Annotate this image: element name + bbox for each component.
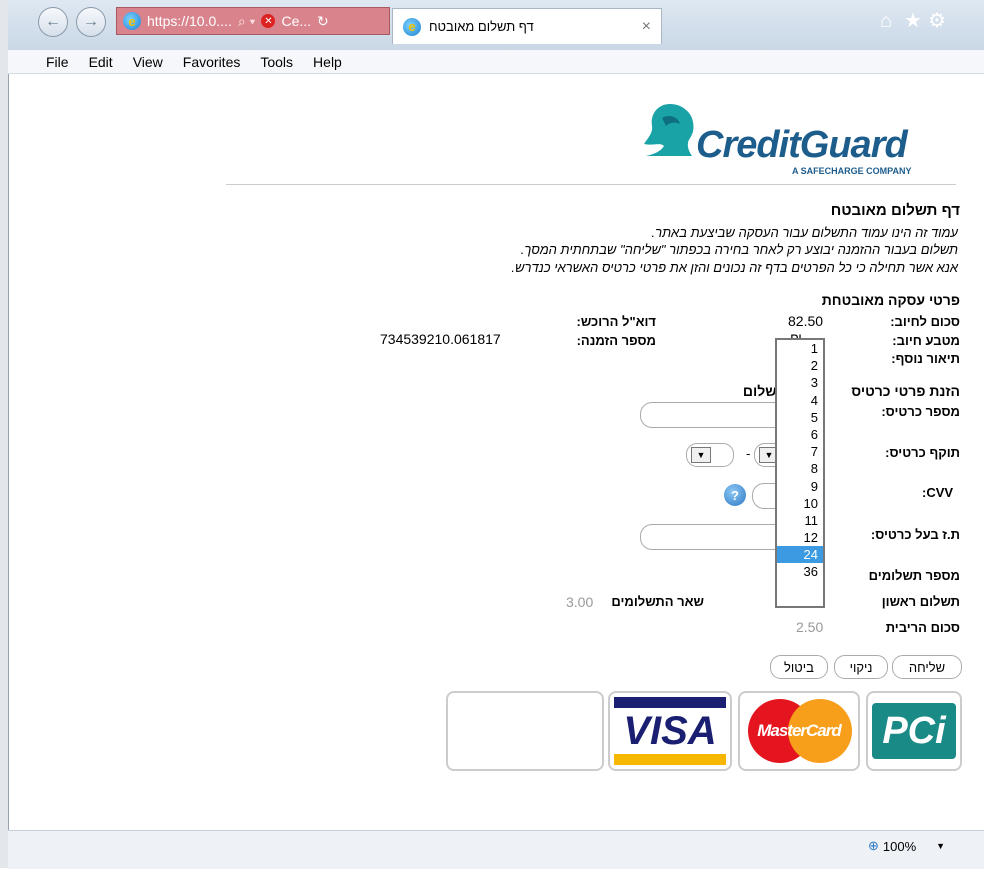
dropdown-option[interactable]: 12: [777, 529, 823, 546]
back-button[interactable]: ←: [38, 7, 68, 37]
visa-logo: VISA: [608, 691, 732, 771]
zoom-icon: ⊕: [868, 838, 879, 853]
tab-close-icon[interactable]: ×: [642, 18, 651, 36]
page-title: דף תשלום מאובטח: [830, 202, 960, 219]
window-left-border: [0, 0, 9, 868]
back-arrow-icon: ←: [45, 13, 61, 30]
brand-name: CreditGuard: [696, 124, 908, 166]
menu-edit[interactable]: Edit: [89, 54, 113, 70]
dropdown-option[interactable]: 1: [777, 340, 823, 357]
dropdown-option[interactable]: 2: [777, 357, 823, 374]
payments-count-label: מספר תשלומים: [868, 568, 960, 583]
pci-logo: PCi: [866, 691, 962, 771]
buyer-email-label: דוא"ל הרוכש:: [576, 314, 657, 329]
cancel-button[interactable]: ביטול: [770, 655, 828, 679]
home-icon[interactable]: ⌂: [880, 10, 892, 33]
intro-line-2: תשלום בעבור ההזמנה יבוצע רק לאחר בחירה ב…: [520, 242, 958, 257]
mastercard-logo-text: MasterCard: [757, 721, 842, 740]
settings-gear-icon[interactable]: ⚙: [928, 8, 946, 33]
dropdown-option[interactable]: 5: [777, 409, 823, 426]
expiry-month-select[interactable]: ▼: [686, 443, 734, 467]
favorites-star-icon[interactable]: ★: [904, 8, 922, 33]
dropdown-option[interactable]: 6: [777, 426, 823, 443]
dropdown-option[interactable]: 36: [777, 563, 823, 580]
pci-logo-text: PCi: [872, 703, 956, 759]
payments-dropdown-list[interactable]: 1 2 3 4 5 6 7 8 9 10 11 12 24 36: [775, 338, 825, 608]
address-bar[interactable]: e https://10.0.... ⌕ ▾ ✕ Ce... ↻: [116, 7, 390, 35]
tab-favicon-icon: e: [403, 17, 421, 36]
card-number-label: מספר כרטיס:: [881, 404, 960, 419]
interest-label: סכום הריבית: [885, 620, 960, 635]
expiry-separator: -: [746, 446, 751, 461]
dropdown-option[interactable]: 3: [777, 374, 823, 391]
lion-logo-icon: [640, 100, 700, 160]
browser-tab[interactable]: e דף תשלום מאובטח ×: [392, 8, 662, 44]
dropdown-option[interactable]: 11: [777, 512, 823, 529]
chevron-down-icon: ▼: [691, 447, 711, 463]
empty-card-logo: [446, 691, 604, 771]
send-button[interactable]: שליחה: [892, 655, 962, 679]
rest-payments-label: שאר התשלומים: [611, 594, 704, 609]
dropdown-option[interactable]: 8: [777, 460, 823, 477]
amount-value: 82.50: [788, 313, 824, 329]
certificate-error-icon[interactable]: ✕: [261, 14, 276, 28]
dropdown-option[interactable]: 10: [777, 495, 823, 512]
menu-favorites[interactable]: Favorites: [183, 54, 241, 70]
menu-view[interactable]: View: [133, 54, 163, 70]
forward-button[interactable]: →: [76, 7, 106, 37]
cvv-label: :CVV: [922, 485, 954, 500]
intro-line-1: עמוד זה הינו עמוד התשלום עבור העסקה שביצ…: [651, 225, 958, 240]
visa-logo-text: VISA: [623, 709, 717, 753]
forward-arrow-icon: →: [83, 13, 99, 30]
header-divider: [226, 184, 956, 185]
ie-logo-icon: e: [123, 12, 141, 30]
transaction-heading: פרטי עסקה מאובטחת: [821, 292, 960, 308]
intro-line-3: אנא אשר תחילה כי כל הפרטים בדף זה נכונים…: [511, 260, 958, 275]
amount-label: סכום לחיוב:: [890, 314, 960, 329]
search-dropdown-icon[interactable]: ⌕ ▾: [238, 13, 256, 30]
brand-tagline: A SAFECHARGE COMPANY: [792, 166, 912, 176]
first-payment-label: תשלום ראשון: [881, 594, 960, 609]
refresh-icon[interactable]: ↻: [317, 13, 329, 30]
extra-description-label: תיאור נוסף:: [891, 351, 960, 366]
card-heading-right: הזנת פרטי כרטיס: [851, 383, 960, 399]
dropdown-option[interactable]: 7: [777, 443, 823, 460]
menu-tools[interactable]: Tools: [260, 54, 293, 70]
order-number-value: 734539210.061817: [380, 331, 501, 347]
menu-file[interactable]: File: [46, 54, 69, 70]
mastercard-logo: MasterCard: [738, 691, 860, 771]
clear-button[interactable]: ניקוי: [834, 655, 888, 679]
dropdown-option[interactable]: 9: [777, 478, 823, 495]
tab-title: דף תשלום מאובטח: [429, 19, 534, 34]
chevron-down-icon[interactable]: ▼: [936, 841, 945, 851]
currency-label: מטבע חיוב:: [892, 333, 960, 348]
dropdown-option[interactable]: 4: [777, 392, 823, 409]
interest-value: 2.50: [796, 619, 824, 635]
dropdown-option-selected[interactable]: 24: [777, 546, 823, 564]
zoom-control[interactable]: ⊕ 100% ▼: [868, 838, 945, 854]
menu-bar: File Edit View Favorites Tools Help: [8, 50, 984, 74]
order-number-label: מספר הזמנה:: [576, 333, 656, 348]
id-label: ת.ז בעל כרטיס:: [870, 527, 960, 542]
status-bar: [8, 830, 984, 869]
certificate-label[interactable]: Ce...: [281, 13, 311, 29]
rest-payments-value: 3.00: [566, 594, 594, 610]
card-expiry-label: תוקף כרטיס:: [885, 445, 960, 460]
address-text[interactable]: https://10.0....: [147, 13, 232, 29]
cvv-help-icon[interactable]: ?: [724, 484, 746, 506]
zoom-level: 100%: [882, 838, 917, 854]
menu-help[interactable]: Help: [313, 54, 342, 70]
